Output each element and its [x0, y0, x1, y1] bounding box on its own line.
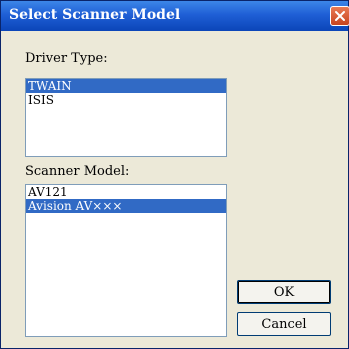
cancel-button[interactable]: Cancel	[237, 312, 331, 336]
driver-type-item-twain[interactable]: TWAIN	[26, 79, 226, 93]
driver-type-label: Driver Type:	[25, 51, 108, 66]
ok-button[interactable]: OK	[237, 280, 331, 304]
scanner-model-item-av121[interactable]: AV121	[26, 185, 226, 199]
scanner-model-list[interactable]: AV121 Avision AV×××	[25, 184, 227, 337]
close-icon	[335, 11, 345, 21]
scanner-model-label: Scanner Model:	[25, 164, 130, 179]
driver-type-item-isis[interactable]: ISIS	[26, 93, 226, 107]
title-bar[interactable]: Select Scanner Model	[1, 1, 348, 31]
scanner-model-item-avision[interactable]: Avision AV×××	[26, 199, 226, 213]
window-title: Select Scanner Model	[9, 7, 181, 23]
close-button[interactable]	[330, 6, 349, 26]
select-scanner-dialog: Select Scanner Model Driver Type: TWAIN …	[0, 0, 349, 349]
driver-type-list[interactable]: TWAIN ISIS	[25, 78, 227, 157]
